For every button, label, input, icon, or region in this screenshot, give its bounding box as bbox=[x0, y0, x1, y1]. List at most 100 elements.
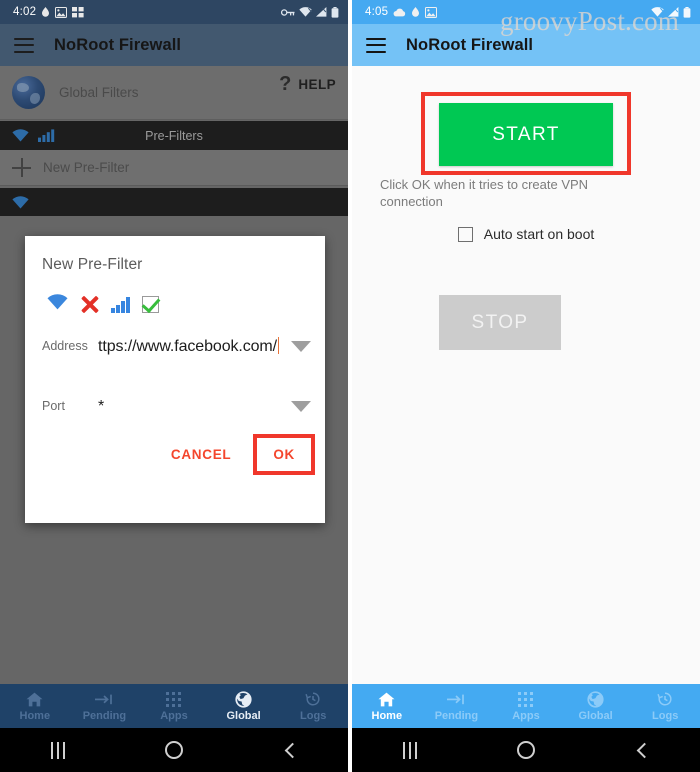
wifi-icon bbox=[299, 7, 313, 17]
apps-icon bbox=[72, 6, 84, 18]
nav-item-home[interactable]: Home bbox=[352, 691, 422, 722]
signal-bars-icon[interactable] bbox=[111, 296, 130, 313]
stop-button[interactable]: STOP bbox=[439, 295, 561, 350]
app-title: NoRoot Firewall bbox=[54, 35, 182, 54]
auto-start-on-boot-row[interactable]: Auto start on boot bbox=[352, 226, 700, 242]
history-clock-icon bbox=[305, 691, 321, 708]
dialog-icon-row bbox=[25, 274, 325, 315]
cancel-button[interactable]: CANCEL bbox=[155, 438, 247, 471]
new-pre-filter-dialog: New Pre-Filter Address ttps://www.facebo… bbox=[25, 236, 325, 523]
question-mark-icon: ? bbox=[279, 73, 292, 95]
nav-label-apps: Apps bbox=[512, 709, 540, 722]
nav-item-pending[interactable]: Pending bbox=[70, 691, 140, 722]
help-button[interactable]: ? HELP bbox=[279, 74, 336, 94]
back-chevron-icon[interactable] bbox=[232, 742, 348, 758]
vpn-hint-text: Click OK when it tries to create VPN con… bbox=[380, 177, 589, 209]
location-icon bbox=[41, 6, 50, 18]
signal-icon bbox=[668, 7, 679, 17]
nav-label-pending: Pending bbox=[434, 709, 479, 722]
left-phone-screenshot: 4:02 NoRoot Firewall Global Filters ? HE… bbox=[0, 0, 348, 772]
address-label: Address bbox=[42, 339, 88, 353]
nav-item-global[interactable]: Global bbox=[209, 690, 279, 722]
right-main-content: START Click OK when it tries to create V… bbox=[352, 66, 700, 687]
left-app-bar: NoRoot Firewall bbox=[0, 24, 348, 66]
port-input[interactable]: * bbox=[98, 398, 282, 416]
globe-icon bbox=[587, 690, 604, 708]
global-filters-row[interactable]: Global Filters ? HELP bbox=[0, 66, 348, 120]
ok-button[interactable]: OK bbox=[253, 434, 315, 475]
location-icon bbox=[411, 6, 420, 18]
plus-icon bbox=[12, 158, 31, 177]
nav-label-home: Home bbox=[371, 709, 403, 722]
status-bar-right-group bbox=[651, 0, 691, 24]
red-x-icon[interactable] bbox=[80, 295, 99, 314]
status-bar-clock: 4:02 bbox=[13, 6, 37, 18]
pre-filters-header-row: Pre-Filters bbox=[0, 121, 348, 150]
app-title: NoRoot Firewall bbox=[406, 35, 534, 54]
nav-label-home: Home bbox=[19, 709, 51, 722]
port-field-row: Port * bbox=[25, 398, 325, 416]
vpn-key-icon bbox=[280, 8, 295, 17]
green-check-checkbox-icon[interactable] bbox=[141, 296, 159, 313]
nav-label-global: Global bbox=[578, 709, 613, 722]
address-dropdown-chevron-down-icon[interactable] bbox=[291, 341, 311, 352]
status-bar-right-group bbox=[280, 0, 339, 24]
wifi-icon bbox=[651, 7, 665, 17]
pre-filter-entry-row[interactable] bbox=[0, 188, 348, 216]
nav-label-pending: Pending bbox=[82, 709, 127, 722]
global-filters-label: Global Filters bbox=[59, 85, 139, 100]
home-icon bbox=[26, 691, 43, 708]
status-bar-left-group: 4:02 bbox=[0, 6, 84, 18]
left-bottom-nav: Home Pending Apps Global Logs bbox=[0, 684, 348, 728]
nav-item-global[interactable]: Global bbox=[561, 690, 631, 722]
wifi-icon[interactable] bbox=[47, 294, 68, 315]
nav-item-apps[interactable]: Apps bbox=[491, 691, 561, 722]
new-pre-filter-label: New Pre-Filter bbox=[43, 160, 130, 175]
hamburger-menu-icon[interactable] bbox=[14, 37, 34, 53]
port-dropdown-chevron-down-icon[interactable] bbox=[291, 401, 311, 412]
nav-label-global: Global bbox=[226, 709, 261, 722]
auto-start-checkbox[interactable] bbox=[457, 226, 473, 242]
right-status-bar: 4:05 bbox=[352, 0, 700, 24]
panel-divider bbox=[348, 0, 352, 772]
nav-item-logs[interactable]: Logs bbox=[630, 691, 700, 722]
address-field-row: Address ttps://www.facebook.com/ bbox=[25, 337, 325, 356]
right-app-bar: NoRoot Firewall bbox=[352, 24, 700, 66]
left-status-bar: 4:02 bbox=[0, 0, 348, 24]
recents-icon[interactable] bbox=[352, 741, 468, 759]
nav-item-pending[interactable]: Pending bbox=[422, 691, 492, 722]
address-value: ttps://www.facebook.com/ bbox=[98, 338, 278, 355]
back-chevron-icon[interactable] bbox=[584, 742, 700, 758]
home-circle-icon[interactable] bbox=[468, 741, 584, 759]
nav-item-home[interactable]: Home bbox=[0, 691, 70, 722]
nav-item-logs[interactable]: Logs bbox=[278, 691, 348, 722]
status-bar-left-group: 4:05 bbox=[352, 6, 438, 18]
help-label: HELP bbox=[298, 76, 336, 92]
left-system-nav-bar bbox=[0, 728, 348, 772]
globe-icon bbox=[12, 76, 45, 109]
arrow-to-line-icon bbox=[94, 691, 114, 708]
dialog-actions: CANCEL OK bbox=[25, 434, 325, 475]
auto-start-label: Auto start on boot bbox=[483, 226, 595, 242]
start-button[interactable]: START bbox=[439, 103, 613, 166]
port-value: * bbox=[98, 398, 105, 415]
nav-label-logs: Logs bbox=[300, 709, 327, 722]
start-button-highlight: START bbox=[421, 92, 631, 175]
new-pre-filter-row[interactable]: New Pre-Filter bbox=[0, 150, 348, 186]
port-label: Port bbox=[42, 399, 65, 413]
history-clock-icon bbox=[657, 691, 673, 708]
status-bar-clock: 4:05 bbox=[365, 6, 389, 18]
home-circle-icon[interactable] bbox=[116, 741, 232, 759]
apps-grid-icon bbox=[518, 691, 534, 708]
right-bottom-nav: Home Pending Apps Global Logs bbox=[352, 684, 700, 728]
globe-icon bbox=[235, 690, 252, 708]
nav-label-apps: Apps bbox=[160, 709, 188, 722]
image-icon bbox=[55, 6, 68, 18]
address-input[interactable]: ttps://www.facebook.com/ bbox=[98, 337, 282, 356]
screenshot-stage: 4:02 NoRoot Firewall Global Filters ? HE… bbox=[0, 0, 700, 772]
hamburger-menu-icon[interactable] bbox=[366, 37, 386, 53]
recents-icon[interactable] bbox=[0, 741, 116, 759]
right-phone-screenshot: 4:05 NoRoot Firewall groovyPost.com STAR… bbox=[352, 0, 700, 772]
dialog-title: New Pre-Filter bbox=[42, 256, 143, 273]
nav-item-apps[interactable]: Apps bbox=[139, 691, 209, 722]
